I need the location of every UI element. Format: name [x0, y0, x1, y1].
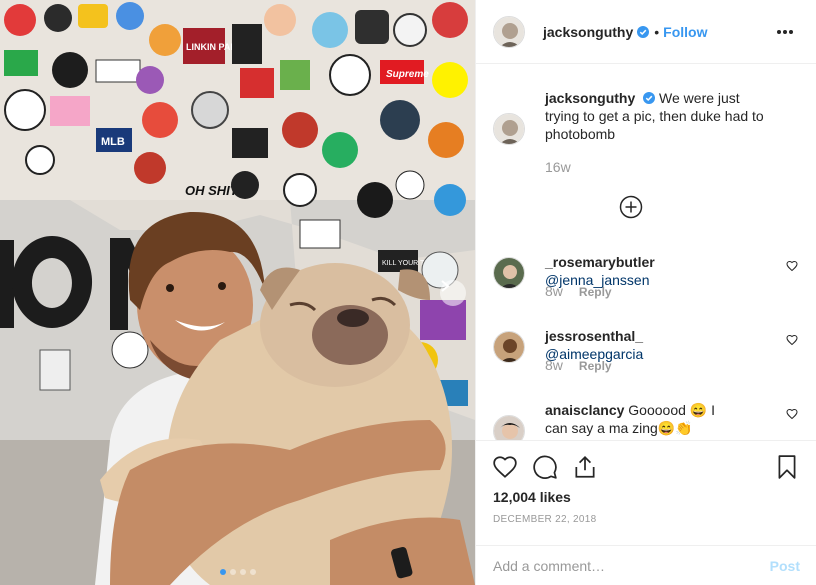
follow-button[interactable]: Follow	[663, 24, 707, 40]
post-side-panel: jacksonguthy • Follow jacksonguthy We we…	[475, 0, 816, 585]
post-header: jacksonguthy • Follow	[476, 0, 816, 64]
verified-badge-icon	[637, 25, 650, 38]
comment-username[interactable]: jessrosenthal_	[545, 328, 643, 344]
caption-username[interactable]: jacksonguthy	[545, 90, 635, 106]
add-comment-bar: Post	[476, 545, 816, 585]
avatar-image	[494, 16, 524, 47]
comment-meta: 8w Reply	[545, 357, 612, 375]
comment-username[interactable]: _rosemarybutler	[545, 254, 655, 270]
caption-avatar[interactable]	[493, 113, 525, 145]
commenter-avatar[interactable]	[493, 415, 525, 440]
comment-item: _rosemarybutler @jenna_janssen 8w Reply	[493, 253, 798, 313]
comments-section[interactable]: jacksonguthy We were just trying to get …	[476, 65, 816, 440]
chevron-right-icon	[441, 280, 450, 292]
avatar-image	[494, 332, 524, 362]
commenter-avatar[interactable]	[493, 257, 525, 289]
carousel-dot	[229, 569, 236, 575]
heart-icon[interactable]	[492, 454, 518, 480]
heart-icon[interactable]	[786, 408, 798, 420]
carousel-next-button[interactable]	[440, 280, 466, 306]
comment-meta: 8w Reply	[545, 283, 612, 301]
bookmark-icon[interactable]	[774, 454, 800, 480]
caption-text-block: jacksonguthy We were just trying to get …	[545, 89, 775, 143]
heart-icon[interactable]	[786, 260, 798, 272]
reply-button[interactable]: Reply	[579, 283, 612, 301]
action-bar: 12,004 likes DECEMBER 22, 2018	[476, 440, 816, 545]
carousel-indicator	[0, 569, 475, 575]
svg-text:OH SHIT: OH SHIT	[185, 183, 239, 198]
carousel-dot	[239, 569, 246, 575]
more-options-icon[interactable]	[775, 22, 795, 42]
carousel-dot	[249, 569, 256, 575]
comment-timestamp[interactable]: 8w	[545, 357, 563, 375]
caption-timestamp[interactable]: 16w	[545, 159, 571, 175]
comment-input[interactable]	[493, 557, 770, 574]
comment-timestamp[interactable]: 8w	[545, 283, 563, 301]
svg-text:Supreme: Supreme	[386, 69, 429, 80]
carousel-dot	[219, 569, 226, 575]
post-photo[interactable]: LINKIN PARK Supreme MLB OH SHIT KILL YOU…	[0, 0, 475, 585]
author-username[interactable]: jacksonguthy	[543, 24, 633, 40]
heart-icon[interactable]	[786, 334, 798, 346]
post-comment-button[interactable]: Post	[770, 558, 800, 574]
avatar-image	[494, 416, 524, 440]
comment-icon[interactable]	[532, 454, 558, 480]
share-icon[interactable]	[572, 454, 598, 480]
instagram-post: LINKIN PARK Supreme MLB OH SHIT KILL YOU…	[0, 0, 816, 585]
header-separator: •	[654, 23, 660, 40]
author-avatar[interactable]	[493, 15, 525, 48]
commenter-avatar[interactable]	[493, 331, 525, 363]
comment-item: jessrosenthal_ @aimeepgarcia 8w Reply	[493, 327, 798, 387]
avatar-image	[494, 258, 524, 288]
reply-button[interactable]: Reply	[579, 357, 612, 375]
avatar-image	[494, 114, 524, 144]
photo-illustration: LINKIN PARK Supreme MLB OH SHIT KILL YOU…	[0, 0, 475, 585]
likes-count[interactable]: 12,004 likes	[493, 489, 571, 505]
comment-body: anaisclancy Goooood 😄 I can say a ma zin…	[545, 401, 740, 437]
comment-item: anaisclancy Goooood 😄 I can say a ma zin…	[493, 401, 798, 440]
comment-username[interactable]: anaisclancy	[545, 402, 624, 418]
post-date[interactable]: DECEMBER 22, 2018	[493, 514, 596, 525]
svg-text:MLB: MLB	[101, 136, 125, 148]
verified-badge-icon	[643, 92, 656, 104]
plus-circle-icon[interactable]	[619, 195, 643, 219]
